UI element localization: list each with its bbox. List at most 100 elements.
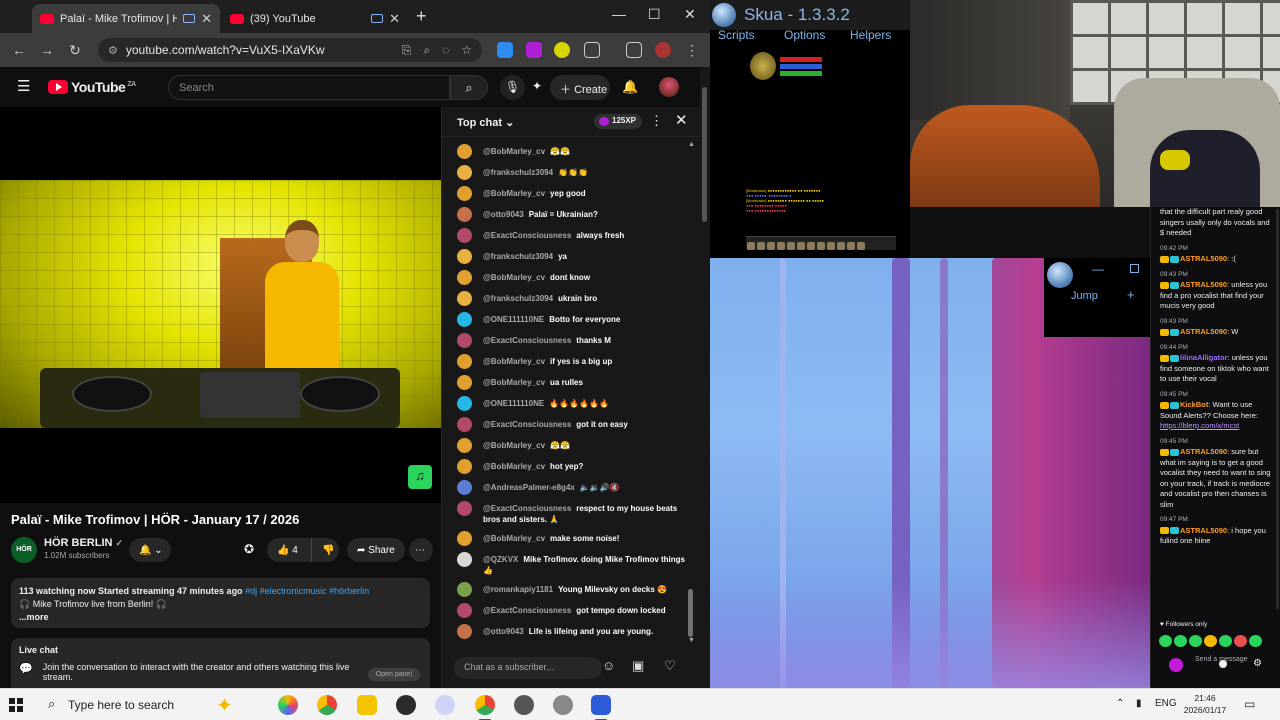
- notifications-bell-icon[interactable]: 🔔: [622, 79, 638, 95]
- chat-avatar[interactable]: [457, 582, 472, 597]
- chat-author[interactable]: @QZKVX: [483, 555, 518, 564]
- chat-author[interactable]: @BobMarley_cv: [483, 441, 545, 450]
- close-tab-icon[interactable]: ✕: [389, 11, 400, 27]
- like-button[interactable]: 👍 4: [267, 538, 311, 562]
- chat-avatar[interactable]: [457, 291, 472, 306]
- back-icon[interactable]: ←: [5, 42, 33, 58]
- skua-taskbar-icon[interactable]: [591, 695, 611, 720]
- chat-username[interactable]: ASTRAL5090: [1180, 280, 1227, 289]
- chat-username[interactable]: KickBot: [1180, 400, 1208, 409]
- channel-watermark-icon[interactable]: ♫: [408, 465, 432, 489]
- chat-author[interactable]: @frankschulz3094: [483, 294, 553, 303]
- notification-bell-button[interactable]: 🔔 ⌄: [129, 538, 171, 562]
- stream-chat-message[interactable]: 09:42 PM ASTRAL5090: :(: [1160, 244, 1271, 265]
- game-action-bar[interactable]: [746, 236, 896, 250]
- microphone-icon[interactable]: 🎙: [500, 75, 525, 100]
- chat-settings-icon[interactable]: ⚙: [1253, 658, 1262, 669]
- sticker-icon[interactable]: ▣: [632, 658, 644, 674]
- create-button[interactable]: ＋ Create: [550, 75, 610, 100]
- add-icon[interactable]: +: [1127, 287, 1135, 302]
- chrome-icon[interactable]: [317, 695, 337, 715]
- chat-author[interactable]: @BobMarley_cv: [483, 534, 545, 543]
- chat-avatar[interactable]: [457, 624, 472, 639]
- chat-author[interactable]: @ExactConsciousness: [483, 420, 571, 429]
- stream-chat-message[interactable]: 09:47 PM ASTRAL5090: i hope you fulind on…: [1160, 515, 1271, 547]
- description-box[interactable]: 113 watching now Started streaming 47 mi…: [11, 578, 430, 628]
- chat-avatar[interactable]: [457, 333, 472, 348]
- notifications-icon[interactable]: ▭: [1244, 697, 1255, 711]
- page-scrollbar[interactable]: [700, 67, 710, 688]
- address-bar[interactable]: ⚙ youtube.com/watch?v=VuX5-IXaVKw ⎘ ⌕ ◌ …: [98, 38, 482, 62]
- chat-avatar[interactable]: [457, 375, 472, 390]
- heart-icon[interactable]: ♡: [664, 658, 676, 674]
- chat-message[interactable]: @frankschulz3094 👏👏👏: [442, 162, 690, 183]
- tab-inactive[interactable]: (39) YouTube ✕: [222, 4, 408, 33]
- chat-username[interactable]: ASTRAL5090: [1180, 447, 1227, 456]
- dislike-button[interactable]: 👎: [311, 538, 339, 562]
- chat-username[interactable]: lilinaAlligator: [1180, 353, 1228, 362]
- stream-chat-message[interactable]: that the difficult part realy good singe…: [1160, 207, 1271, 239]
- emote-bar[interactable]: [1159, 635, 1279, 649]
- chat-message[interactable]: @otto9043 Life is lifeing and you are you…: [442, 621, 690, 642]
- browser-menu-icon[interactable]: ⋮: [678, 42, 706, 59]
- chat-username[interactable]: ASTRAL5090: [1180, 254, 1227, 263]
- app-icon[interactable]: [435, 695, 455, 715]
- language-indicator[interactable]: ENG: [1155, 698, 1177, 709]
- close-chat-icon[interactable]: ✕: [675, 111, 688, 129]
- chat-message[interactable]: @ExactConsciousness respect to my house b…: [442, 498, 690, 528]
- stream-chat-message[interactable]: 09:44 PM lilinaAlligator: unless you find…: [1160, 343, 1271, 385]
- chat-author[interactable]: @BobMarley_cv: [483, 273, 545, 282]
- eye-slash-icon[interactable]: ◌: [442, 43, 449, 57]
- file-explorer-icon[interactable]: [357, 695, 377, 715]
- chat-message[interactable]: @frankschulz3094 ya: [442, 246, 690, 267]
- forward-icon[interactable]: →: [33, 42, 61, 58]
- chat-author[interactable]: @AndreasPalmer-e8g4x: [483, 483, 575, 492]
- chat-author[interactable]: @ONE111110NE: [483, 399, 544, 408]
- chat-message[interactable]: @ONE111110NE Botto for everyone: [442, 309, 690, 330]
- obs-icon[interactable]: [396, 695, 416, 715]
- game-viewport[interactable]: [Moderator] ●●●●●●●●●●●● ●● ●●●●●●● ●●● …: [710, 44, 910, 258]
- stream-chat-scrollbar[interactable]: [1276, 209, 1279, 609]
- reading-list-icon[interactable]: [626, 42, 642, 58]
- share-button[interactable]: ➦ Share: [347, 538, 405, 562]
- stream-chat-message[interactable]: 09:45 PM ASTRAL5090: sure but what im say…: [1160, 437, 1271, 511]
- chat-author[interactable]: @BobMarley_cv: [483, 189, 545, 198]
- chat-avatar[interactable]: [457, 144, 472, 159]
- chat-author[interactable]: @ONE111110NE: [483, 315, 544, 324]
- chat-avatar[interactable]: [457, 603, 472, 618]
- chat-message[interactable]: @BobMarley_cv dont know: [442, 267, 690, 288]
- chat-message[interactable]: @BobMarley_cv 😤😤: [442, 435, 690, 456]
- menu-options[interactable]: Options: [784, 28, 825, 42]
- mic-icon[interactable]: [1169, 658, 1183, 672]
- settings-gear-icon[interactable]: [514, 695, 534, 715]
- chat-avatar[interactable]: [457, 552, 472, 567]
- chat-message[interactable]: @otto9043 Palaï = Ukrainian?: [442, 204, 690, 225]
- tray-chevron-icon[interactable]: ⌃: [1116, 698, 1124, 709]
- search-icon[interactable]: ⌕: [450, 75, 488, 100]
- maximize-icon[interactable]: ☐: [648, 6, 661, 23]
- menu-helpers[interactable]: Helpers: [850, 28, 891, 42]
- maximize-icon[interactable]: [1130, 264, 1139, 273]
- stream-chat-message[interactable]: 09:43 PM ASTRAL5090: unless you find a pr…: [1160, 270, 1271, 312]
- picture-in-picture-icon[interactable]: [183, 14, 196, 23]
- close-window-icon[interactable]: ✕: [684, 6, 696, 23]
- chat-avatar[interactable]: [457, 228, 472, 243]
- chat-avatar[interactable]: [457, 501, 472, 516]
- jump-button[interactable]: Jump: [1071, 290, 1098, 302]
- show-more-link[interactable]: ...more: [19, 611, 422, 624]
- chat-link[interactable]: https://blerp.com/x/mcst: [1160, 421, 1239, 430]
- stream-chat-message[interactable]: 09:43 PM ASTRAL5090: W: [1160, 317, 1271, 338]
- video-frame[interactable]: [0, 180, 441, 428]
- emote-picker-icon[interactable]: [1219, 660, 1227, 668]
- open-panel-button[interactable]: Open panel: [367, 668, 420, 681]
- stream-chat-input[interactable]: Send a message ⚙: [1159, 656, 1279, 676]
- extensions-puzzle-icon[interactable]: [584, 42, 600, 58]
- site-info-icon[interactable]: ⚙: [108, 44, 118, 57]
- battery-icon[interactable]: ▮: [1136, 698, 1142, 709]
- zoom-icon[interactable]: ⌕: [423, 43, 430, 58]
- chat-avatar[interactable]: [457, 186, 472, 201]
- chat-message[interactable]: @BobMarley_cv hot yep?: [442, 456, 690, 477]
- chat-avatar[interactable]: [457, 249, 472, 264]
- stream-chat-message[interactable]: 09:45 PM KickBot: Want to use Sound Alert…: [1160, 390, 1271, 432]
- extension-icon[interactable]: [554, 42, 570, 58]
